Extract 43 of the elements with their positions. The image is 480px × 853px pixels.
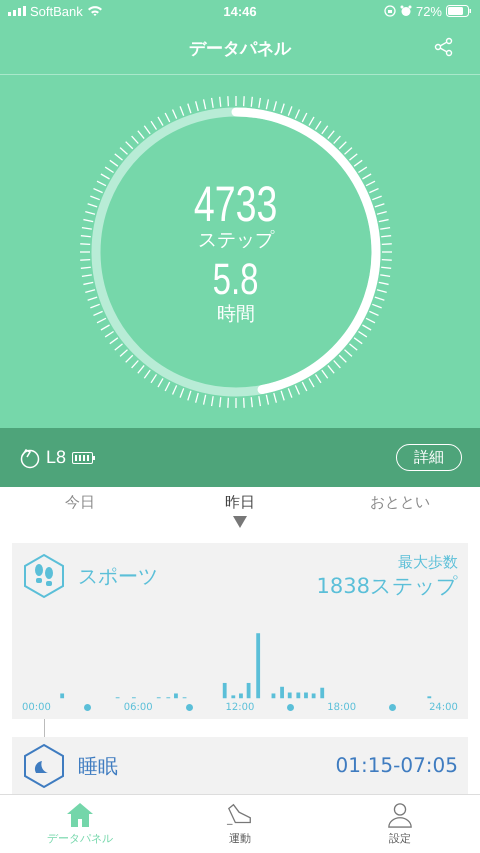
battery-icon [72,452,96,464]
axis-label: 18:00 [327,702,356,713]
battery-percent: 72% [416,4,442,18]
hours-value: 5.8 [213,256,259,302]
nav-tab[interactable]: 設定 [320,795,480,853]
screen-title: データパネル [189,38,291,60]
axis-label: 24:00 [429,702,458,713]
share-icon[interactable] [434,37,454,57]
signal-icon [8,6,26,16]
sports-title: スポーツ [78,563,158,590]
person-icon [386,802,414,828]
pointer-icon [233,516,247,528]
sleep-icon [22,743,66,789]
home-icon [66,802,94,828]
day-tab[interactable]: おととい [320,487,480,539]
max-steps-value: 1838ステップ [316,573,458,600]
axis-dot [287,704,294,711]
day-tab[interactable]: 今日 [0,487,160,539]
nav-tab[interactable]: 運動 [160,795,320,853]
carrier-name: SoftBank [30,4,83,18]
status-time: 14:46 [223,4,257,18]
shoe-icon [226,802,254,828]
rotation-lock-icon [384,5,396,17]
footprints-icon [22,553,66,599]
axis-label: 12:00 [226,702,254,713]
axis-dot [186,704,193,711]
detail-button[interactable]: 詳細 [396,444,462,471]
step-unit: ステップ [198,228,274,250]
axis-label: 00:00 [22,702,51,713]
sleep-time: 01:15-07:05 [336,753,458,777]
max-steps-label: 最大歩数 [398,553,458,572]
day-tab[interactable]: 昨日 [160,487,320,539]
step-count: 4733 [194,178,278,228]
battery-icon [446,5,472,17]
device-name: L8 [46,447,66,468]
axis-label: 06:00 [124,702,153,713]
wifi-icon [86,5,103,17]
axis-dot [389,704,396,711]
axis-dot [84,704,91,711]
hours-unit: 時間 [217,302,255,324]
sleep-title: 睡眠 [78,753,118,780]
band-icon [18,446,40,468]
alarm-icon [400,5,412,17]
